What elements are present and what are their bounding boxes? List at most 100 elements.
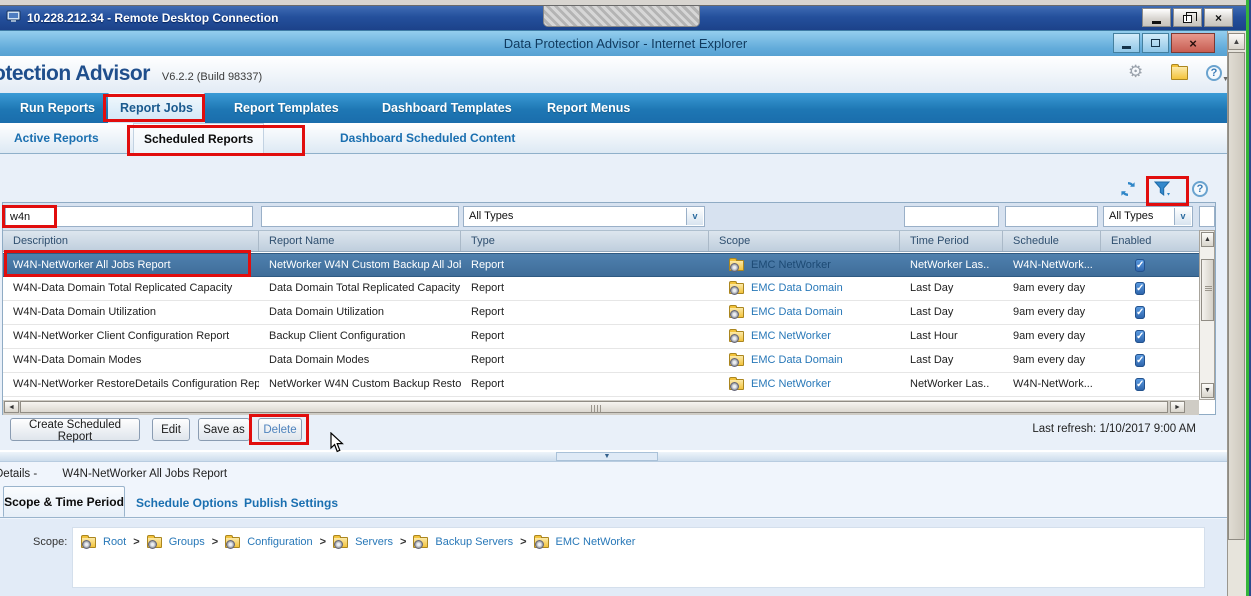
scope-link[interactable]: EMC Data Domain [751,301,843,324]
report-name-filter-input[interactable] [261,206,459,227]
scroll-up-arrow[interactable]: ▲ [1201,232,1214,247]
scheduled-reports-table: All Types v All Types v DescriptionRepor… [2,202,1216,415]
column-header-type[interactable]: Type [461,231,709,251]
column-header-description[interactable]: Description [3,231,259,251]
rdp-minimize-button[interactable] [1142,8,1171,27]
column-header-scope[interactable]: Scope [709,231,900,251]
filter-funnel-icon[interactable] [1153,180,1173,198]
nav-tab-run-reports[interactable]: Run Reports [8,93,107,123]
rdp-connection-bar-grip[interactable] [543,6,700,27]
scrollbar-thumb[interactable] [1201,259,1214,321]
mouse-cursor [330,432,344,456]
last-refresh-label: Last refresh: 1/10/2017 9:00 AM [1000,423,1196,435]
details-title: Details - W4N-NetWorker All Jobs Report [0,468,227,480]
scroll-left-arrow[interactable]: ◄ [4,401,19,413]
cell-type: Report [461,254,709,276]
dropdown-arrow-icon[interactable]: v [686,208,703,225]
table-row[interactable]: W4N-NetWorker All Jobs ReportNetWorker W… [3,253,1199,277]
breadcrumb-link-root[interactable]: Root [103,536,126,548]
breadcrumb-separator: > [320,536,326,548]
enabled-checkbox[interactable]: ✓ [1135,330,1145,343]
maximize-icon [1151,39,1160,47]
cell-scope: EMC NetWorker [709,254,900,276]
table-row[interactable]: W4N-Data Domain Total Replicated Capacit… [3,277,1199,301]
ie-close-button[interactable]: × [1171,33,1215,53]
cell-report-name: Backup Client Configuration [259,325,461,348]
scrollbar-thumb[interactable] [20,401,1168,413]
subtab-dashboard-scheduled-content[interactable]: Dashboard Scheduled Content [330,123,525,153]
time-period-filter-input[interactable] [904,206,999,227]
subtab-active-reports[interactable]: Active Reports [4,123,109,153]
ie-minimize-button[interactable] [1113,33,1140,53]
breadcrumb-link-configuration[interactable]: Configuration [247,536,312,548]
schedule-filter-input[interactable] [1005,206,1098,227]
scope-link[interactable]: EMC Data Domain [751,349,843,372]
nav-tab-report-menus[interactable]: Report Menus [535,93,642,123]
table-row[interactable]: W4N-Data Domain ModesData Domain ModesRe… [3,349,1199,373]
table-vertical-scrollbar[interactable]: ▲ ▼ [1199,230,1215,400]
details-tab-publish-settings[interactable]: Publish Settings [244,490,338,517]
enabled-filter-select[interactable]: All Types v [1103,206,1193,227]
nav-tab-report-jobs[interactable]: Report Jobs [108,93,205,123]
enabled-checkbox[interactable]: ✓ [1135,282,1145,295]
settings-gear-icon[interactable]: ⚙ [1128,62,1143,82]
scope-link[interactable]: EMC NetWorker [751,325,831,348]
details-tab-schedule-options[interactable]: Schedule Options [136,490,238,517]
folder-icon[interactable] [1171,66,1188,80]
description-filter-input[interactable] [5,206,253,227]
breadcrumb-link-groups[interactable]: Groups [169,536,205,548]
table-row[interactable]: W4N-Data Domain UtilizationData Domain U… [3,301,1199,325]
column-header-report-name[interactable]: Report Name [259,231,461,251]
column-header-schedule[interactable]: Schedule [1003,231,1101,251]
scope-folder-icon [729,355,744,366]
cell-report-name: Data Domain Utilization [259,301,461,324]
enabled-checkbox[interactable]: ✓ [1135,259,1145,272]
details-tab-scope-time-period[interactable]: Scope & Time Period [3,486,125,517]
breadcrumb-link-backup-servers[interactable]: Backup Servers [435,536,513,548]
scroll-right-arrow[interactable]: ► [1170,401,1185,413]
cell-description: W4N-Data Domain Modes [3,349,259,372]
create-scheduled-report-button[interactable]: Create Scheduled Report [10,418,140,441]
rdp-title: 10.228.212.34 - Remote Desktop Connectio… [27,11,278,25]
scope-link[interactable]: EMC Data Domain [751,277,843,300]
breadcrumb-separator: > [133,536,139,548]
browser-scrollbar-thumb[interactable] [1228,52,1245,540]
table-row[interactable]: W4N-NetWorker Client Configuration Repor… [3,325,1199,349]
scope-label: Scope: [33,536,67,548]
edit-button[interactable]: Edit [152,418,190,441]
breadcrumb-link-servers[interactable]: Servers [355,536,393,548]
enabled-checkbox[interactable]: ✓ [1135,306,1145,319]
table-horizontal-scrollbar[interactable]: ◄ ► [3,400,1199,415]
ie-maximize-button[interactable] [1142,33,1169,53]
help-icon[interactable]: ? ▼ [1206,65,1222,81]
delete-button[interactable]: Delete [258,418,302,441]
rdp-close-button[interactable]: × [1204,8,1233,27]
nav-tab-dashboard-templates[interactable]: Dashboard Templates [370,93,524,123]
rdp-restore-button[interactable] [1173,8,1202,27]
breadcrumb-link-emc-networker[interactable]: EMC NetWorker [556,536,636,548]
cell-description: W4N-NetWorker All Jobs Report [3,254,259,276]
nav-tab-report-templates[interactable]: Report Templates [222,93,351,123]
minimize-icon [1122,46,1131,49]
scope-link[interactable]: EMC NetWorker [751,373,831,396]
scope-link[interactable]: EMC NetWorker [751,254,831,276]
breadcrumb-folder-icon [81,537,96,548]
scroll-down-arrow[interactable]: ▼ [1201,383,1214,398]
dropdown-arrow-icon[interactable]: v [1174,208,1191,225]
scrollbar-up-arrow[interactable]: ▲ [1228,33,1245,50]
table-row[interactable]: W4N-NetWorker RestoreDetails Configurati… [3,373,1199,397]
column-header-time-period[interactable]: Time Period [900,231,1003,251]
save-as-button[interactable]: Save as [198,418,250,441]
enabled-checkbox[interactable]: ✓ [1135,378,1145,391]
extra-filter-cell [1199,206,1215,227]
splitter-collapse-handle[interactable]: ▼ [556,452,658,461]
help-icon[interactable]: ? [1192,181,1208,197]
enabled-checkbox[interactable]: ✓ [1135,354,1145,367]
type-filter-select[interactable]: All Types v [463,206,705,227]
cell-type: Report [461,373,709,396]
column-header-enabled[interactable]: Enabled [1101,231,1199,251]
table-header-row: DescriptionReport NameTypeScopeTime Peri… [3,230,1199,252]
ie-titlebar[interactable]: Data Protection Advisor - Internet Explo… [0,30,1251,56]
refresh-icon[interactable] [1120,181,1136,197]
subtab-scheduled-reports[interactable]: Scheduled Reports [133,123,264,153]
